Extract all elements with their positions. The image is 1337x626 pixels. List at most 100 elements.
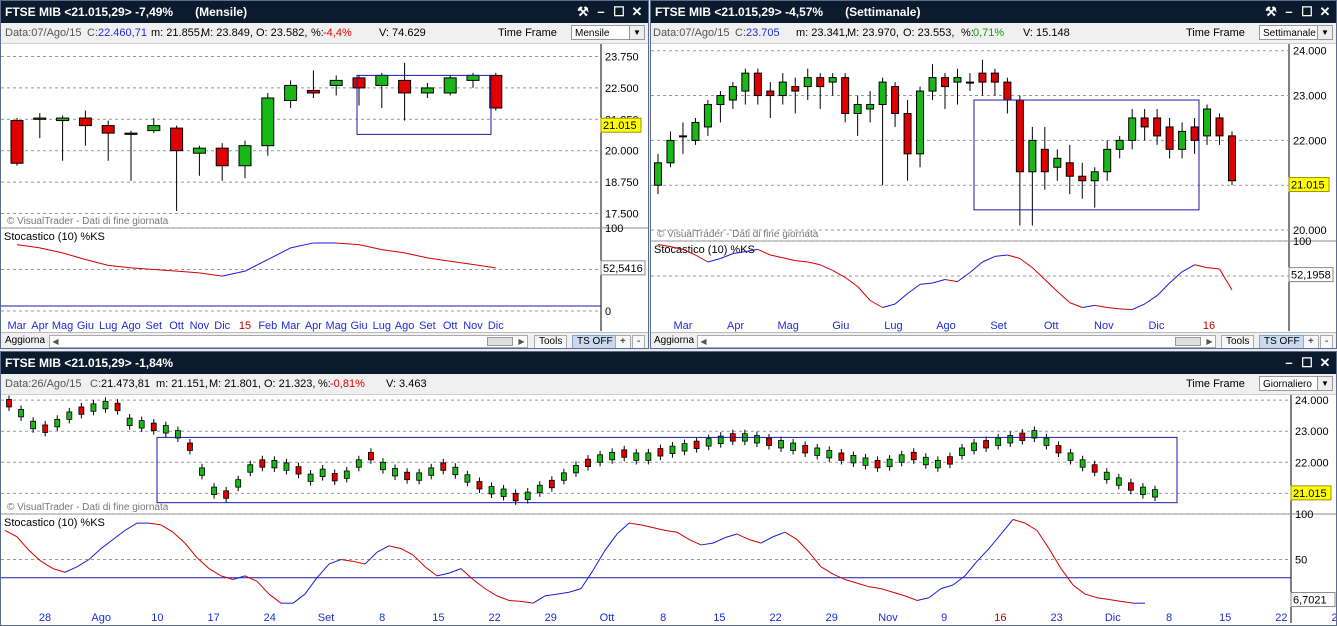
daily-stoch-segment — [484, 588, 498, 597]
x-tick-label: 9 — [941, 612, 947, 624]
minimize-icon[interactable]: – — [592, 2, 610, 21]
daily-candle — [681, 443, 688, 452]
ts-off-button[interactable]: TS OFF — [1259, 335, 1305, 348]
daily-stoch-segment — [544, 593, 558, 597]
monthly-stoch-segment — [16, 244, 40, 249]
zoom-in-button[interactable]: + — [615, 335, 631, 348]
zoom-out-button[interactable]: - — [1320, 335, 1334, 348]
daily-stoch-segment — [964, 561, 978, 577]
zoom-out-button[interactable]: - — [632, 335, 646, 348]
daily-stoch-segment — [388, 545, 402, 550]
weekly-candle — [816, 77, 825, 88]
close-icon[interactable]: ✕ — [1316, 353, 1334, 372]
daily-stoch-segment — [436, 572, 450, 577]
daily-candle — [1140, 486, 1146, 495]
monthly-stoch-segment — [450, 260, 474, 266]
monthly-stoch-segment — [404, 252, 428, 259]
daily-stoch-segment — [724, 533, 738, 539]
weekly-candle — [1165, 126, 1174, 150]
price-tick-label: 22.000 — [1293, 135, 1327, 147]
weekly-stoch-segment — [844, 276, 858, 287]
scroll-right-icon[interactable]: ▶ — [516, 336, 527, 347]
daily-stoch-segment — [844, 579, 858, 584]
weekly-stoch-segment — [807, 261, 821, 266]
daily-stoch-segment — [400, 548, 414, 556]
maximize-icon[interactable]: ☐ — [1298, 353, 1316, 372]
pin-icon[interactable]: ⚒ — [574, 2, 592, 21]
weekly-candle — [753, 72, 762, 97]
scroll-thumb[interactable] — [487, 337, 513, 346]
monthly-candle — [443, 77, 457, 94]
daily-candle — [6, 399, 12, 408]
weekly-stoch-segment — [1144, 295, 1158, 305]
weekly-candle — [841, 77, 850, 114]
daily-candle — [1127, 482, 1134, 491]
daily-stoch-segment — [928, 588, 942, 599]
x-tick-label: Lug — [373, 320, 391, 332]
daily-chart[interactable]: 24.00023.00022.00021.00010050© VisualTra… — [1, 395, 1336, 625]
weekly-stoch-segment — [1056, 291, 1071, 303]
timeframe-label: Time Frame — [498, 27, 557, 39]
weekly-title-bar[interactable]: FTSE MIB <21.015,29> -4,57% (Settimanale)… — [651, 1, 1336, 23]
scroll-thumb[interactable] — [1175, 337, 1201, 346]
daily-candle — [440, 462, 447, 471]
maximize-icon[interactable]: ☐ — [1298, 2, 1316, 21]
daily-stoch-segment — [100, 539, 114, 549]
monthly-stoch-segment — [85, 259, 109, 266]
monthly-chart[interactable]: 23.75022.50021.25020.00018.75017.5001005… — [1, 44, 648, 333]
x-tick-label: Apr — [305, 320, 322, 332]
horizontal-scrollbar[interactable]: ◀ ▶ — [49, 335, 528, 348]
x-tick-label: Set — [419, 320, 436, 332]
maximize-icon[interactable]: ☐ — [610, 2, 628, 21]
daily-title-bar[interactable]: FTSE MIB <21.015,29> -1,84% – ☐ ✕ — [1, 352, 1336, 374]
daily-candle — [126, 417, 133, 426]
daily-candle — [898, 454, 905, 463]
timeframe-dropdown[interactable]: Settimanale ▼ — [1259, 25, 1333, 40]
chevron-down-icon: ▼ — [629, 26, 644, 39]
daily-stoch-segment — [16, 536, 30, 551]
info-date: Data:07/Ago/15 — [653, 27, 730, 39]
tools-button[interactable]: Tools — [1221, 335, 1255, 348]
x-tick-label: Ago — [395, 320, 415, 332]
ts-off-button[interactable]: TS OFF — [572, 335, 618, 348]
timeframe-dropdown[interactable]: Mensile ▼ — [571, 25, 645, 40]
scroll-right-icon[interactable]: ▶ — [1204, 336, 1215, 347]
weekly-candle — [990, 72, 999, 83]
weekly-candle — [1078, 175, 1087, 182]
daily-candle — [102, 400, 109, 410]
close-icon[interactable]: ✕ — [1316, 2, 1334, 21]
price-tick-label: 20.000 — [605, 146, 639, 158]
minimize-icon[interactable]: – — [1280, 353, 1298, 372]
daily-stoch-segment — [64, 566, 78, 573]
monthly-candle — [466, 74, 480, 81]
tools-button[interactable]: Tools — [534, 335, 568, 348]
monthly-title-bar[interactable]: FTSE MIB <21.015,29> -7,49% (Mensile) ⚒ –… — [1, 1, 648, 23]
daily-stoch-segment — [1012, 518, 1026, 524]
weekly-stoch-segment — [882, 303, 896, 308]
x-tick-label: Giu — [77, 320, 94, 332]
daily-stoch-segment — [640, 524, 654, 529]
x-tick-label: 15 — [713, 612, 725, 624]
minimize-icon[interactable]: – — [1280, 2, 1298, 21]
x-tick-label: Lug — [884, 320, 902, 332]
update-button[interactable]: Aggiorna — [654, 335, 694, 346]
update-button[interactable]: Aggiorna — [5, 335, 45, 346]
timeframe-dropdown[interactable]: Giornaliero ▼ — [1259, 376, 1333, 391]
scroll-left-icon[interactable]: ◀ — [50, 336, 61, 347]
price-tick-label: 24.000 — [1293, 46, 1327, 58]
daily-candle — [536, 484, 543, 494]
daily-stoch-segment — [1108, 599, 1122, 602]
weekly-candle — [1178, 130, 1187, 150]
weekly-chart[interactable]: 24.00023.00022.00021.00020.00010050© Vis… — [651, 44, 1336, 333]
x-tick-label: 29 — [545, 612, 557, 624]
pin-icon[interactable]: ⚒ — [1262, 2, 1280, 21]
x-tick-label: 15 — [1219, 612, 1231, 624]
watermark: © VisualTrader - Dati di fine giornata — [7, 502, 169, 513]
zoom-in-button[interactable]: + — [1303, 335, 1319, 348]
daily-candle — [922, 456, 929, 466]
scroll-left-icon[interactable]: ◀ — [698, 336, 709, 347]
horizontal-scrollbar[interactable]: ◀ ▶ — [697, 335, 1216, 348]
price-tick-label: 22.000 — [1295, 457, 1329, 469]
close-icon[interactable]: ✕ — [628, 2, 646, 21]
daily-stoch-segment — [352, 560, 366, 565]
